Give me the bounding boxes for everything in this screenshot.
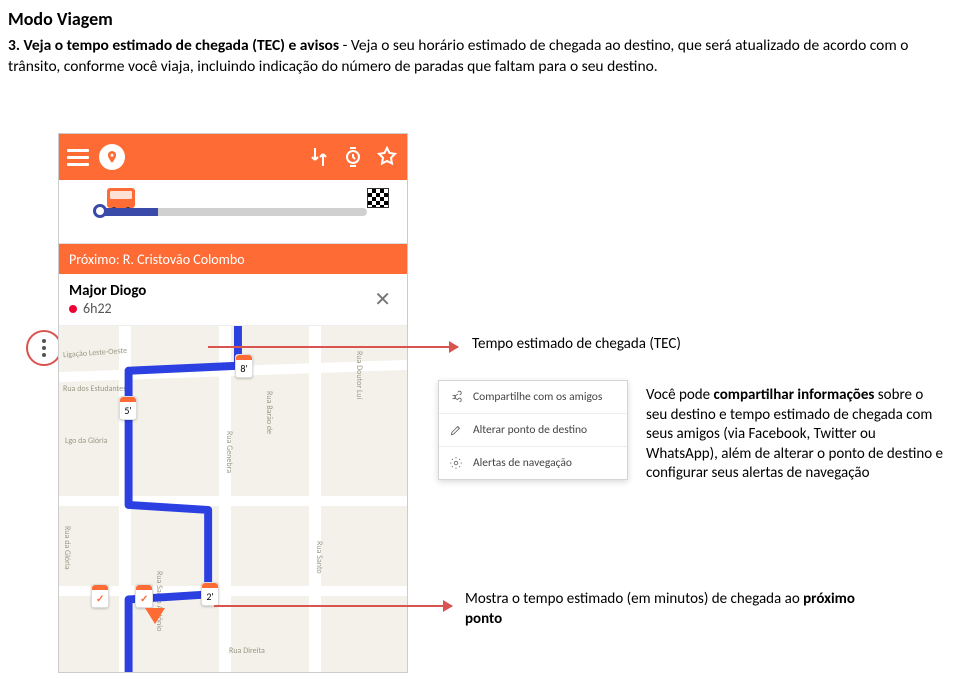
annotation-arrow bbox=[214, 605, 452, 607]
intro-paragraph: 3. Veja o tempo estimado de chegada (TEC… bbox=[8, 36, 948, 78]
page-title: Modo Viagem bbox=[8, 8, 113, 30]
annotation-arrow bbox=[208, 346, 458, 348]
menu-item-nav-alerts[interactable]: Alertas de navegação bbox=[439, 447, 627, 479]
destination-flag-icon bbox=[367, 188, 389, 208]
overflow-menu-button[interactable] bbox=[26, 330, 62, 366]
phone-mockup: Próximo: R. Cristovão Colombo Major Diog… bbox=[58, 133, 408, 673]
trip-progress-bar bbox=[59, 180, 407, 244]
overflow-menu-popover: Compartilhe com os amigos Alterar ponto … bbox=[438, 380, 628, 480]
map-view[interactable]: Ligação Leste-Oeste Rua dos Estudantes L… bbox=[59, 326, 407, 673]
route-line bbox=[59, 326, 407, 672]
menu-item-label: Alertas de navegação bbox=[473, 456, 572, 470]
stop-name: Major Diogo bbox=[69, 282, 360, 300]
live-dot-icon bbox=[69, 305, 77, 313]
bus-icon bbox=[107, 188, 135, 208]
visited-stop-marker[interactable]: ✓ bbox=[91, 584, 109, 608]
transfer-icon[interactable] bbox=[307, 145, 331, 169]
eta-bubble[interactable]: 8' bbox=[235, 354, 253, 378]
callout-tec: Tempo estimado de chegada (TEC) bbox=[472, 335, 681, 355]
menu-item-label: Compartilhe com os amigos bbox=[473, 390, 602, 404]
star-icon[interactable] bbox=[375, 145, 399, 169]
hamburger-icon[interactable] bbox=[67, 149, 89, 166]
menu-item-share[interactable]: Compartilhe com os amigos bbox=[439, 381, 627, 414]
current-stop-row[interactable]: Major Diogo 6h22 ✕ bbox=[59, 274, 407, 326]
eta-bubble[interactable]: 2' bbox=[201, 582, 219, 606]
callout-share: Você pode compartilhar informações sobre… bbox=[646, 386, 946, 484]
callout-next-point: Mostra o tempo estimado (em minutos) de … bbox=[465, 590, 885, 629]
menu-item-label: Alterar ponto de destino bbox=[473, 423, 587, 437]
app-topbar bbox=[59, 134, 407, 180]
menu-item-change-dest[interactable]: Alterar ponto de destino bbox=[439, 414, 627, 447]
close-icon[interactable]: ✕ bbox=[368, 287, 397, 312]
stop-eta: 6h22 bbox=[83, 300, 112, 317]
watch-icon[interactable] bbox=[341, 145, 365, 169]
eta-bubble[interactable]: 5' bbox=[119, 396, 137, 420]
location-pin-icon[interactable] bbox=[99, 144, 125, 170]
current-position-arrow-icon bbox=[145, 608, 165, 624]
next-stop-banner: Próximo: R. Cristovão Colombo bbox=[59, 244, 407, 274]
intro-lead: 3. Veja o tempo estimado de chegada (TEC… bbox=[8, 36, 339, 55]
visited-stop-marker[interactable]: ✓ bbox=[135, 584, 153, 608]
